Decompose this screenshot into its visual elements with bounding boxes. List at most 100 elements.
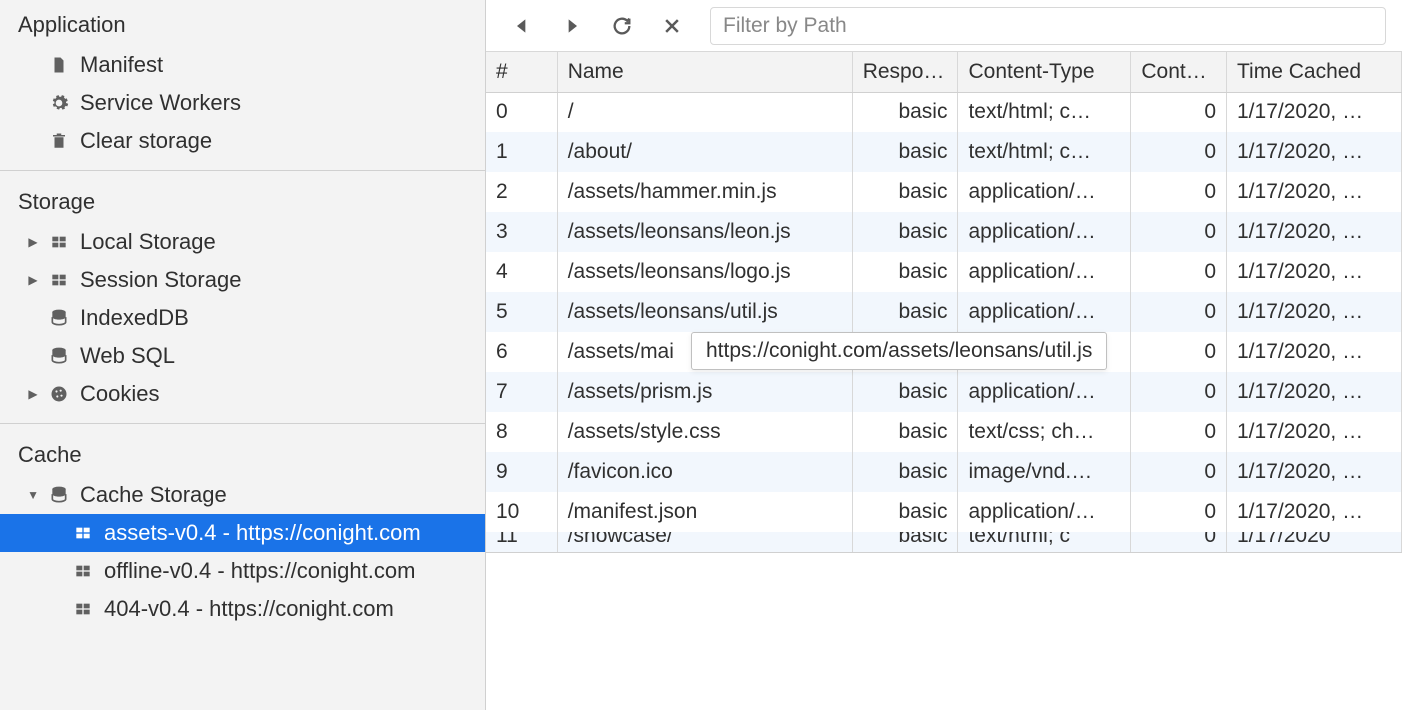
cell-time-cached: 1/17/2020, …: [1227, 172, 1402, 212]
cell-response: basic: [852, 492, 958, 532]
table-row[interactable]: 3/assets/leonsans/leon.jsbasicapplicatio…: [486, 212, 1402, 252]
sidebar-item-cache-entry[interactable]: assets-v0.4 - https://conight.com: [0, 514, 485, 552]
col-header-response[interactable]: Respo…: [852, 52, 958, 92]
cell-response: basic: [852, 372, 958, 412]
sidebar-item-manifest[interactable]: Manifest: [0, 46, 485, 84]
section-title-cache: Cache: [0, 430, 485, 476]
sidebar-item-cache-entry[interactable]: 404-v0.4 - https://conight.com: [0, 590, 485, 628]
sidebar-item-local-storage[interactable]: ▶ Local Storage: [0, 223, 485, 261]
cell-content-type: application/…: [958, 252, 1131, 292]
cell-response: basic: [852, 412, 958, 452]
cell-time-cached: 1/17/2020, …: [1227, 212, 1402, 252]
cell-response: basic: [852, 532, 958, 552]
cell-time-cached: 1/17/2020, …: [1227, 132, 1402, 172]
table-row[interactable]: 1/about/basictext/html; c…01/17/2020, …: [486, 132, 1402, 172]
toolbar: [486, 0, 1402, 52]
sidebar-item-label: IndexedDB: [80, 305, 189, 331]
cell-content-type: application/…: [958, 212, 1131, 252]
url-tooltip: https://conight.com/assets/leonsans/util…: [691, 332, 1107, 370]
table-icon: [48, 231, 70, 253]
sidebar-item-websql[interactable]: ▶ Web SQL: [0, 337, 485, 375]
table-icon: [72, 560, 94, 582]
table-row[interactable]: 4/assets/leonsans/logo.jsbasicapplicatio…: [486, 252, 1402, 292]
cell-time-cached: 1/17/2020, …: [1227, 252, 1402, 292]
table-row[interactable]: 5/assets/leonsans/util.jsbasicapplicatio…: [486, 292, 1402, 332]
cell-response: basic: [852, 212, 958, 252]
cell-content-type: text/html; c…: [958, 132, 1131, 172]
table-icon: [72, 522, 94, 544]
sidebar-item-clear-storage[interactable]: Clear storage: [0, 122, 485, 160]
sidebar-item-label: Cache Storage: [80, 482, 227, 508]
sidebar-item-label: assets-v0.4 - https://conight.com: [104, 520, 421, 546]
table-icon: [72, 598, 94, 620]
cell-content-length: 0: [1131, 252, 1227, 292]
filter-input[interactable]: [710, 7, 1386, 45]
table-icon: [48, 269, 70, 291]
table-row[interactable]: 10/manifest.jsonbasicapplication/…01/17/…: [486, 492, 1402, 532]
sidebar-item-label: Service Workers: [80, 90, 241, 116]
divider: [0, 170, 485, 171]
sidebar-item-session-storage[interactable]: ▶ Session Storage: [0, 261, 485, 299]
cell-index: 1: [486, 132, 557, 172]
delete-button[interactable]: [660, 14, 684, 38]
gear-icon: [48, 92, 70, 114]
file-icon: [48, 54, 70, 76]
cell-content-length: 0: [1131, 332, 1227, 372]
table-row[interactable]: 2/assets/hammer.min.jsbasicapplication/……: [486, 172, 1402, 212]
expand-icon[interactable]: ▶: [28, 235, 38, 249]
sidebar-item-label: Cookies: [80, 381, 159, 407]
nav-forward-button[interactable]: [560, 14, 584, 38]
cell-content-type: application/…: [958, 492, 1131, 532]
cell-response: basic: [852, 292, 958, 332]
table-row[interactable]: 8/assets/style.cssbasictext/css; ch…01/1…: [486, 412, 1402, 452]
collapse-icon[interactable]: ▼: [28, 488, 38, 502]
table-row[interactable]: 0/basictext/html; c…01/17/2020, …: [486, 92, 1402, 132]
cell-index: 9: [486, 452, 557, 492]
cell-content-length: 0: [1131, 372, 1227, 412]
sidebar-item-label: offline-v0.4 - https://conight.com: [104, 558, 415, 584]
cell-response: basic: [852, 252, 958, 292]
cell-content-length: 0: [1131, 212, 1227, 252]
table-row[interactable]: 9/favicon.icobasicimage/vnd.…01/17/2020,…: [486, 452, 1402, 492]
cell-content-length: 0: [1131, 172, 1227, 212]
expand-icon[interactable]: ▶: [28, 273, 38, 287]
cell-index: 2: [486, 172, 557, 212]
cell-time-cached: 1/17/2020, …: [1227, 372, 1402, 412]
main-panel: # Name Respo… Content-Type Cont… Time Ca…: [486, 0, 1402, 710]
divider: [0, 423, 485, 424]
cell-index: 8: [486, 412, 557, 452]
cell-index: 5: [486, 292, 557, 332]
section-title-storage: Storage: [0, 177, 485, 223]
cell-response: basic: [852, 452, 958, 492]
cell-time-cached: 1/17/2020: [1227, 532, 1402, 552]
col-header-content-length[interactable]: Cont…: [1131, 52, 1227, 92]
col-header-index[interactable]: #: [486, 52, 557, 92]
sidebar-item-indexeddb[interactable]: ▶ IndexedDB: [0, 299, 485, 337]
col-header-name[interactable]: Name: [557, 52, 852, 92]
cell-content-type: text/html; c: [958, 532, 1131, 552]
cell-content-type: text/css; ch…: [958, 412, 1131, 452]
cell-content-type: text/html; c…: [958, 92, 1131, 132]
table-header-row: # Name Respo… Content-Type Cont… Time Ca…: [486, 52, 1402, 92]
nav-back-button[interactable]: [510, 14, 534, 38]
sidebar: Application Manifest Service Workers Cle…: [0, 0, 486, 710]
cell-content-type: application/…: [958, 372, 1131, 412]
cell-content-length: 0: [1131, 92, 1227, 132]
table-row[interactable]: 7/assets/prism.jsbasicapplication/…01/17…: [486, 372, 1402, 412]
sidebar-item-cache-storage[interactable]: ▼ Cache Storage: [0, 476, 485, 514]
refresh-button[interactable]: [610, 14, 634, 38]
cell-index: 4: [486, 252, 557, 292]
col-header-time-cached[interactable]: Time Cached: [1227, 52, 1402, 92]
col-header-content-type[interactable]: Content-Type: [958, 52, 1131, 92]
sidebar-item-label: Manifest: [80, 52, 163, 78]
sidebar-item-service-workers[interactable]: Service Workers: [0, 84, 485, 122]
sidebar-item-label: Session Storage: [80, 267, 241, 293]
table-row[interactable]: 11/showcase/basictext/html; c01/17/2020: [486, 532, 1402, 552]
sidebar-item-cache-entry[interactable]: offline-v0.4 - https://conight.com: [0, 552, 485, 590]
cell-time-cached: 1/17/2020, …: [1227, 492, 1402, 532]
expand-icon[interactable]: ▶: [28, 387, 38, 401]
cell-content-type: application/…: [958, 292, 1131, 332]
sidebar-item-cookies[interactable]: ▶ Cookies: [0, 375, 485, 413]
cell-time-cached: 1/17/2020, …: [1227, 452, 1402, 492]
cell-index: 0: [486, 92, 557, 132]
